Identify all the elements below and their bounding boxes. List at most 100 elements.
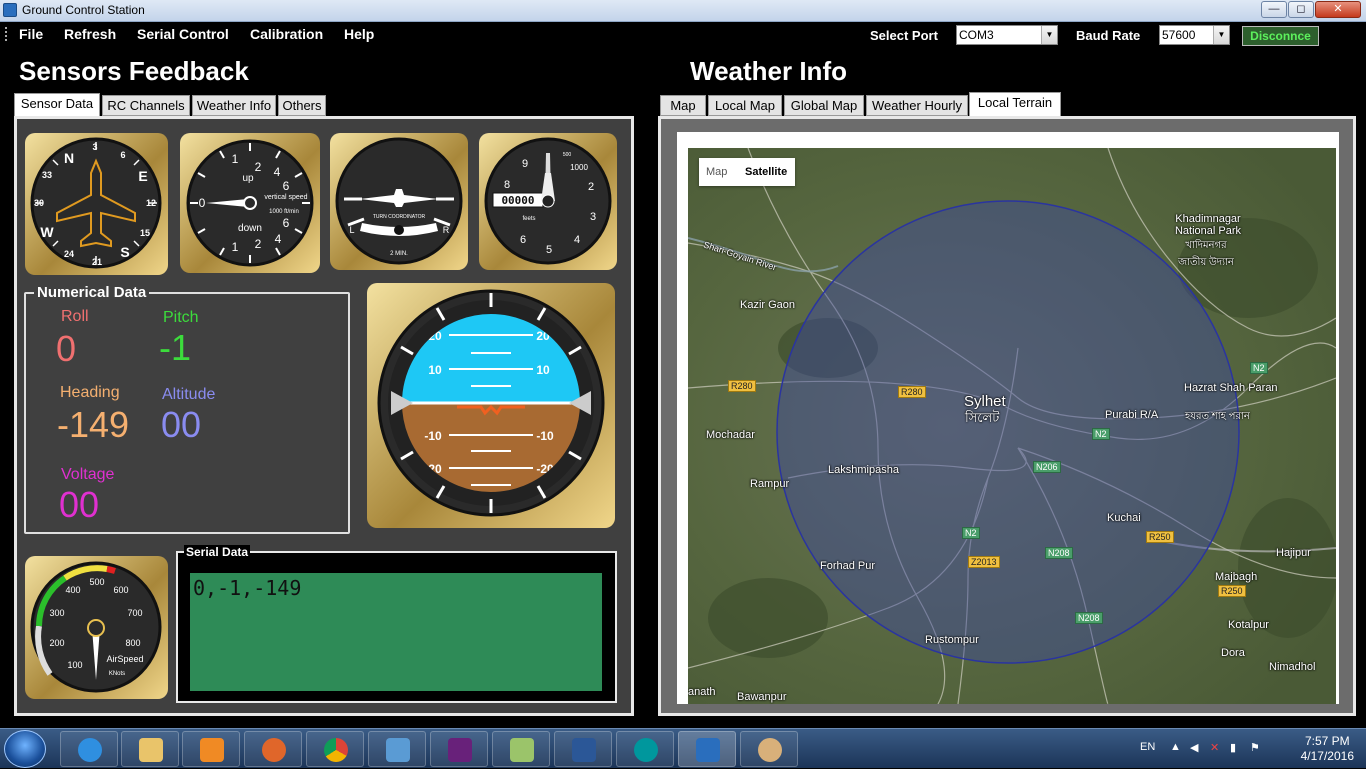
tab-weather-hourly[interactable]: Weather Hourly: [866, 95, 968, 116]
tab-global-map[interactable]: Global Map: [784, 95, 864, 116]
paint-icon: [758, 738, 782, 762]
internet-explorer-icon: [78, 738, 102, 762]
chevron-down-icon[interactable]: ▼: [1041, 26, 1057, 44]
tab-map[interactable]: Map: [660, 95, 706, 116]
vsi-up-label: up: [242, 173, 254, 184]
chevron-up-icon[interactable]: ▲: [1170, 741, 1184, 755]
heading-24-label: 24: [64, 249, 74, 259]
baud-select[interactable]: 57600 ▼: [1159, 25, 1230, 45]
heading-label: Heading: [60, 384, 120, 401]
disconnect-button[interactable]: Disconnce: [1242, 26, 1319, 46]
turn-coordinator-text: TURN COORDINATOR: [373, 214, 426, 220]
road-shield: R250: [1218, 585, 1246, 597]
minimize-button[interactable]: —: [1261, 1, 1287, 18]
volume-icon[interactable]: ◀: [1190, 741, 1204, 755]
menu-calibration[interactable]: Calibration: [250, 26, 323, 42]
map-type-map[interactable]: Map: [706, 166, 727, 178]
altimeter-tick-label: 6: [520, 234, 526, 246]
vsi-tick-label: 6: [283, 179, 290, 193]
pitch-label: Pitch: [163, 309, 199, 326]
action-center-icon[interactable]: ⚑: [1250, 741, 1264, 755]
heading-value: -149: [57, 404, 130, 445]
maximize-button[interactable]: ◻: [1288, 1, 1314, 18]
road-shield: R280: [898, 386, 926, 398]
map-place-label: Kuchai: [1107, 512, 1141, 524]
notepad-taskbar-button[interactable]: [492, 731, 550, 767]
baud-value: 57600: [1162, 28, 1196, 42]
road-shield: R280: [728, 380, 756, 392]
menu-help[interactable]: Help: [344, 26, 374, 42]
altimeter-tick-label: 3: [590, 211, 596, 223]
word-taskbar-button[interactable]: [554, 731, 612, 767]
port-select[interactable]: COM3 ▼: [956, 25, 1058, 45]
firefox-taskbar-button[interactable]: [244, 731, 302, 767]
menu-refresh[interactable]: Refresh: [64, 26, 116, 42]
sensors-title: Sensors Feedback: [19, 56, 249, 86]
altimeter-sub-label: 500: [563, 152, 572, 158]
terrain-map[interactable]: Map Satellite Khadimnagar National Park …: [688, 148, 1336, 704]
paint-taskbar-button[interactable]: [740, 731, 798, 767]
chrome-taskbar-button[interactable]: [306, 731, 364, 767]
altimeter-tick-label: 2: [588, 181, 594, 193]
close-button[interactable]: ✕: [1315, 1, 1361, 18]
start-button[interactable]: [4, 730, 46, 768]
tab-others[interactable]: Others: [278, 95, 326, 116]
heading-w-label: W: [40, 224, 54, 240]
altimeter-unit: feets: [522, 216, 535, 222]
airspeed-unit: KNots: [109, 671, 125, 677]
language-indicator[interactable]: EN: [1140, 741, 1155, 753]
pitch-label-left: 10: [428, 363, 442, 377]
local-terrain-panel: Map Satellite Khadimnagar National Park …: [658, 116, 1356, 716]
visual-studio-taskbar-button[interactable]: [430, 731, 488, 767]
heading-6-label: 6: [120, 150, 125, 160]
vsi-tick-label: 2: [255, 160, 262, 174]
port-value: COM3: [959, 28, 994, 42]
tab-local-terrain[interactable]: Local Terrain: [969, 92, 1061, 116]
map-frame: Map Satellite Khadimnagar National Park …: [677, 132, 1339, 704]
gcs-taskbar-button[interactable]: [678, 731, 736, 767]
turn-left-label: L: [349, 225, 354, 235]
tab-sensor-data[interactable]: Sensor Data: [14, 93, 100, 117]
folder-icon: [139, 738, 163, 762]
turn-ball: [394, 225, 404, 235]
title-bar: Ground Control Station — ◻ ✕: [0, 0, 1366, 22]
explorer-taskbar-button[interactable]: [121, 731, 179, 767]
numerical-data-title: Numerical Data: [34, 284, 150, 301]
clock[interactable]: 7:57 PM 4/17/2016: [1301, 734, 1354, 764]
ie-taskbar-button[interactable]: [60, 731, 118, 767]
tab-local-map[interactable]: Local Map: [708, 95, 782, 116]
pitch-label-right: -10: [536, 429, 554, 443]
airspeed-tick-label: 500: [89, 577, 104, 587]
map-type-satellite[interactable]: Satellite: [745, 166, 787, 178]
app-icon: [3, 3, 17, 17]
vsi-tick-label: 0: [199, 196, 206, 210]
map-place-label: Forhad Pur: [820, 560, 876, 572]
map-place-label: Hajipur: [1276, 547, 1311, 559]
pitch-label-left: -10: [424, 429, 442, 443]
map-place-label: Kotalpur: [1228, 619, 1269, 631]
weather-title: Weather Info: [690, 56, 847, 86]
menu-file[interactable]: File: [19, 26, 43, 42]
map-place-label: Khadimnagar National Park: [1174, 213, 1242, 237]
arduino-taskbar-button[interactable]: [616, 731, 674, 767]
heading-12-label: 12: [146, 198, 156, 208]
map-place-label: Nimadhol: [1269, 661, 1316, 673]
airspeed-tick-label: 300: [49, 608, 64, 618]
tab-weather-info[interactable]: Weather Info: [192, 95, 276, 116]
network-icon[interactable]: ✕: [1210, 741, 1224, 755]
heading-s-label: S: [120, 244, 129, 260]
map-place-label: Kazir Gaon: [740, 299, 796, 311]
altimeter-gauge: 1000 500 2 3 4 5 6 8 9 00000 feets: [479, 133, 617, 270]
menu-serial-control[interactable]: Serial Control: [137, 26, 229, 42]
map-type-toggle[interactable]: Map Satellite: [699, 158, 795, 186]
vsi-scale-label: 1000 ft/min: [269, 209, 299, 215]
arduino-icon: [634, 738, 658, 762]
tab-rc-channels[interactable]: RC Channels: [102, 95, 190, 116]
media-taskbar-button[interactable]: [182, 731, 240, 767]
road-shield: N2: [1092, 428, 1110, 440]
chevron-down-icon[interactable]: ▼: [1213, 26, 1229, 44]
device-icon[interactable]: ▮: [1230, 741, 1244, 755]
airspeed-tick-label: 700: [127, 608, 142, 618]
photo-viewer-taskbar-button[interactable]: [368, 731, 426, 767]
serial-data-title: Serial Data: [184, 545, 251, 559]
